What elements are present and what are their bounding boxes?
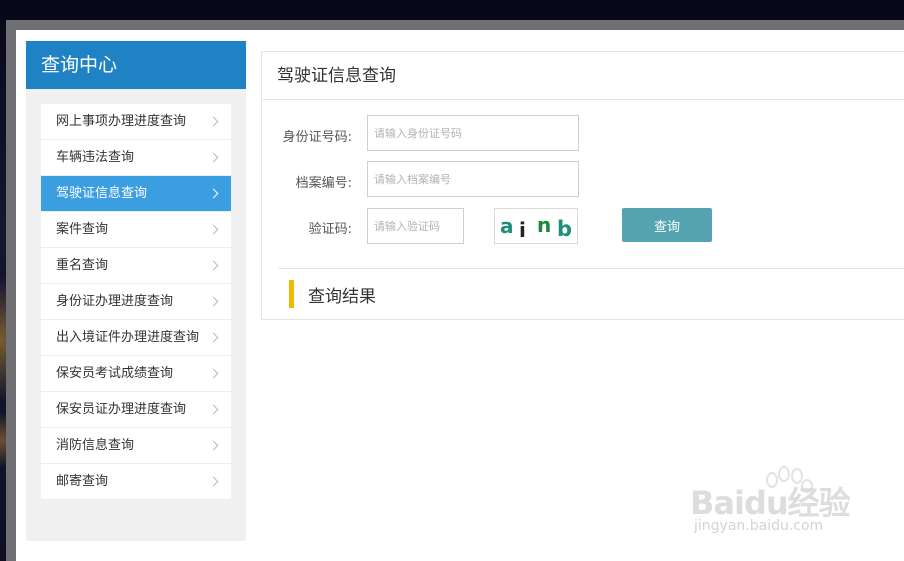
result-title: 查询结果 [308, 287, 376, 307]
file-number-label: 档案编号: [295, 176, 352, 191]
sidebar-item-label: 保安员考试成绩查询 [56, 366, 174, 381]
sidebar-item-exit-entry-progress[interactable]: 出入境证件办理进度查询 [41, 320, 231, 356]
sidebar-item-label: 身份证办理进度查询 [56, 294, 174, 309]
sidebar-item-label: 重名查询 [56, 258, 109, 273]
sidebar-item-online-progress[interactable]: 网上事项办理进度查询 [41, 104, 231, 140]
watermark-url: jingyan.baidu.com [694, 518, 824, 534]
sidebar-item-vehicle-violation[interactable]: 车辆违法查询 [41, 140, 231, 176]
sidebar-item-label: 出入境证件办理进度查询 [56, 330, 200, 345]
chevron-right-icon [208, 296, 219, 307]
page-title: 驾驶证信息查询 [262, 52, 904, 100]
captcha-image[interactable]: a i n b [494, 208, 578, 244]
id-number-input[interactable] [367, 115, 579, 151]
result-accent-bar [289, 280, 294, 308]
sidebar-item-label: 消防信息查询 [56, 438, 135, 453]
sidebar-item-driver-license[interactable]: 驾驶证信息查询 [41, 176, 231, 212]
captcha-char: b [557, 217, 573, 241]
sidebar-item-label: 网上事项办理进度查询 [56, 114, 187, 129]
captcha-label: 验证码: [308, 222, 352, 237]
sidebar-title: 查询中心 [26, 41, 246, 89]
query-button[interactable]: 查询 [622, 208, 712, 242]
watermark: Baidu经验 jingyan.baidu.com [690, 466, 890, 545]
captcha-char: i [519, 218, 526, 242]
chevron-right-icon [208, 116, 219, 127]
captcha-char: a [500, 214, 514, 238]
chevron-right-icon [208, 260, 219, 271]
query-panel: 驾驶证信息查询 身份证号码: 档案编号: 验证码: a i n b 查询 查询结… [261, 51, 904, 320]
captcha-char: n [537, 213, 552, 237]
chevron-right-icon [208, 332, 219, 343]
sidebar-item-label: 车辆违法查询 [56, 150, 135, 165]
chevron-right-icon [208, 404, 219, 415]
sidebar-item-label: 案件查询 [56, 222, 109, 237]
chevron-right-icon [208, 152, 219, 163]
sidebar-item-label: 邮寄查询 [56, 474, 109, 489]
chevron-right-icon [208, 440, 219, 451]
sidebar-item-label: 驾驶证信息查询 [56, 186, 148, 201]
chevron-right-icon [208, 224, 219, 235]
sidebar-item-case[interactable]: 案件查询 [41, 212, 231, 248]
chevron-right-icon [208, 188, 219, 199]
sidebar-item-duplicate-name[interactable]: 重名查询 [41, 248, 231, 284]
sidebar-item-id-card-progress[interactable]: 身份证办理进度查询 [41, 284, 231, 320]
id-number-label: 身份证号码: [282, 130, 352, 145]
captcha-input[interactable] [367, 208, 464, 244]
sidebar-item-mail[interactable]: 邮寄查询 [41, 464, 231, 500]
chevron-right-icon [208, 476, 219, 487]
sidebar-item-fire-info[interactable]: 消防信息查询 [41, 428, 231, 464]
section-divider [278, 268, 904, 269]
sidebar-item-security-exam-score[interactable]: 保安员考试成绩查询 [41, 356, 231, 392]
sidebar-item-security-license-progress[interactable]: 保安员证办理进度查询 [41, 392, 231, 428]
file-number-input[interactable] [367, 161, 579, 197]
sidebar: 查询中心 网上事项办理进度查询 车辆违法查询 驾驶证信息查询 案件查询 重名查询… [26, 41, 246, 541]
sidebar-menu: 网上事项办理进度查询 车辆违法查询 驾驶证信息查询 案件查询 重名查询 身份证办… [41, 104, 231, 500]
sidebar-item-label: 保安员证办理进度查询 [56, 402, 187, 417]
chevron-right-icon [208, 368, 219, 379]
